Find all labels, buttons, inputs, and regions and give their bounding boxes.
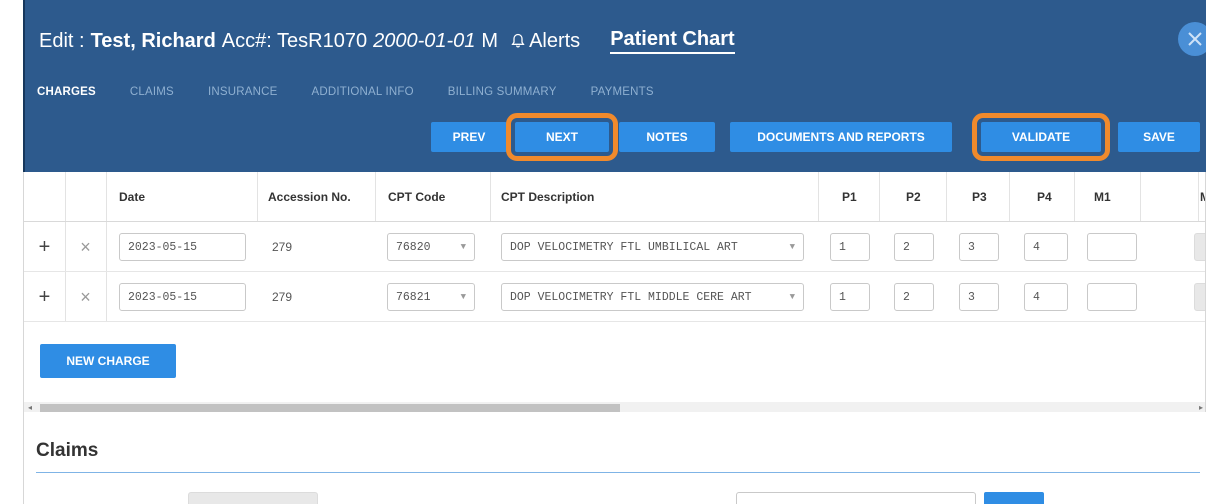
chevron-down-icon: ▼ [789, 292, 795, 302]
close-button[interactable] [1178, 22, 1206, 56]
col-p3: P3 [972, 190, 987, 204]
col-p4: P4 [1037, 190, 1052, 204]
tab-payments[interactable]: PAYMENTS [591, 86, 654, 98]
documents-and-reports-button[interactable]: DOCUMENTS AND REPORTS [730, 122, 952, 152]
p2-input[interactable]: 2 [894, 233, 934, 261]
chevron-down-icon: ▼ [789, 242, 795, 252]
divider [36, 472, 1200, 473]
save-button[interactable]: SAVE [1118, 122, 1200, 152]
validate-button[interactable]: VALIDATE [972, 113, 1110, 161]
plus-icon[interactable]: + [24, 222, 65, 272]
tab-bar: CHARGES CLAIMS INSURANCE ADDITIONAL INFO… [37, 82, 688, 102]
col-cpt-code: CPT Code [388, 190, 446, 204]
claim-field[interactable] [188, 492, 318, 504]
cpt-description-select[interactable]: DOP VELOCIMETRY FTL MIDDLE CERE ART ▼ [501, 283, 804, 311]
date-input[interactable]: 2023-05-15 [119, 233, 246, 261]
cpt-description-select[interactable]: DOP VELOCIMETRY FTL UMBILICAL ART ▼ [501, 233, 804, 261]
charges-table: Date Accession No. CPT Code CPT Descript… [23, 172, 1206, 412]
scroll-right-icon[interactable]: ▸ [1199, 403, 1203, 412]
new-charge-button[interactable]: NEW CHARGE [40, 344, 176, 378]
date-of-birth: 2000-01-01 [373, 29, 476, 52]
scrollbar-thumb[interactable] [40, 404, 620, 412]
plus-icon[interactable]: + [24, 272, 65, 322]
col-m2: M [1200, 172, 1205, 222]
cpt-code-select[interactable]: 76821 ▼ [387, 283, 475, 311]
accession-value: 279 [272, 290, 293, 304]
tab-billing-summary[interactable]: BILLING SUMMARY [448, 86, 557, 98]
claim-button[interactable] [984, 492, 1044, 504]
col-accession: Accession No. [268, 190, 351, 204]
prev-button[interactable]: PREV [431, 122, 507, 152]
p4-input[interactable]: 4 [1024, 283, 1068, 311]
cpt-description-value: DOP VELOCIMETRY FTL UMBILICAL ART [510, 240, 738, 254]
tab-claims[interactable]: CLAIMS [130, 86, 174, 98]
p2-input[interactable]: 2 [894, 283, 934, 311]
p3-input[interactable]: 3 [959, 233, 999, 261]
cpt-code-value: 76821 [396, 290, 431, 304]
patient-name: Test, Richard [90, 29, 216, 52]
dialog-title: Edit : Test, Richard Acc#: TesR1070 2000… [39, 24, 741, 58]
col-p1: P1 [842, 190, 857, 204]
cpt-code-value: 76820 [396, 240, 431, 254]
account-number: Acc#: TesR1070 [221, 29, 368, 52]
toolbar: PREV NEXT NOTES DOCUMENTS AND REPORTS VA… [25, 113, 1206, 161]
cpt-code-select[interactable]: 76820 ▼ [387, 233, 475, 261]
p1-input[interactable]: 1 [830, 233, 870, 261]
date-input[interactable]: 2023-05-15 [119, 283, 246, 311]
scroll-left-icon[interactable]: ◂ [28, 403, 32, 412]
dialog-header: Edit : Test, Richard Acc#: TesR1070 2000… [23, 0, 1206, 172]
cpt-description-value: DOP VELOCIMETRY FTL MIDDLE CERE ART [510, 290, 752, 304]
p1-input[interactable]: 1 [830, 283, 870, 311]
claims-title: Claims [36, 440, 99, 461]
accession-value: 279 [272, 240, 293, 254]
x-icon[interactable]: × [65, 222, 106, 272]
table-header: Date Accession No. CPT Code CPT Descript… [24, 172, 1205, 222]
alerts-link[interactable]: Alerts [510, 30, 586, 53]
edit-patient-dialog: Edit : Test, Richard Acc#: TesR1070 2000… [0, 0, 1206, 504]
chevron-down-icon: ▼ [460, 292, 466, 302]
horizontal-scrollbar[interactable]: ◂ ▸ [24, 402, 1205, 412]
p3-input[interactable]: 3 [959, 283, 999, 311]
notes-button[interactable]: NOTES [619, 122, 715, 152]
edit-label: Edit : [39, 29, 85, 52]
m1-input[interactable] [1087, 233, 1137, 261]
x-icon[interactable]: × [65, 272, 106, 322]
col-m1: M1 [1094, 190, 1111, 204]
tab-insurance[interactable]: INSURANCE [208, 86, 278, 98]
p4-input[interactable]: 4 [1024, 233, 1068, 261]
m1-input[interactable] [1087, 283, 1137, 311]
table-row: + × 2023-05-15 279 76820 ▼ DOP VELOCIMET… [24, 222, 1205, 272]
m2-input[interactable] [1194, 233, 1205, 261]
table-row: + × 2023-05-15 279 76821 ▼ DOP VELOCIMET… [24, 272, 1205, 322]
tab-additional-info[interactable]: ADDITIONAL INFO [311, 86, 413, 98]
patient-sex: M [481, 29, 499, 52]
patient-chart-link[interactable]: Patient Chart [610, 28, 735, 54]
tab-charges[interactable]: CHARGES [37, 86, 96, 98]
chevron-down-icon: ▼ [460, 242, 466, 252]
m2-input[interactable] [1194, 283, 1205, 311]
col-p2: P2 [906, 190, 921, 204]
next-button[interactable]: NEXT [506, 113, 618, 161]
claim-select[interactable] [736, 492, 976, 504]
alerts-label: Alerts [529, 29, 581, 52]
bell-icon [511, 33, 525, 48]
claims-section: Claims [23, 412, 1206, 504]
col-date: Date [119, 190, 146, 204]
col-cpt-description: CPT Description [501, 190, 595, 204]
close-icon [1188, 32, 1202, 46]
